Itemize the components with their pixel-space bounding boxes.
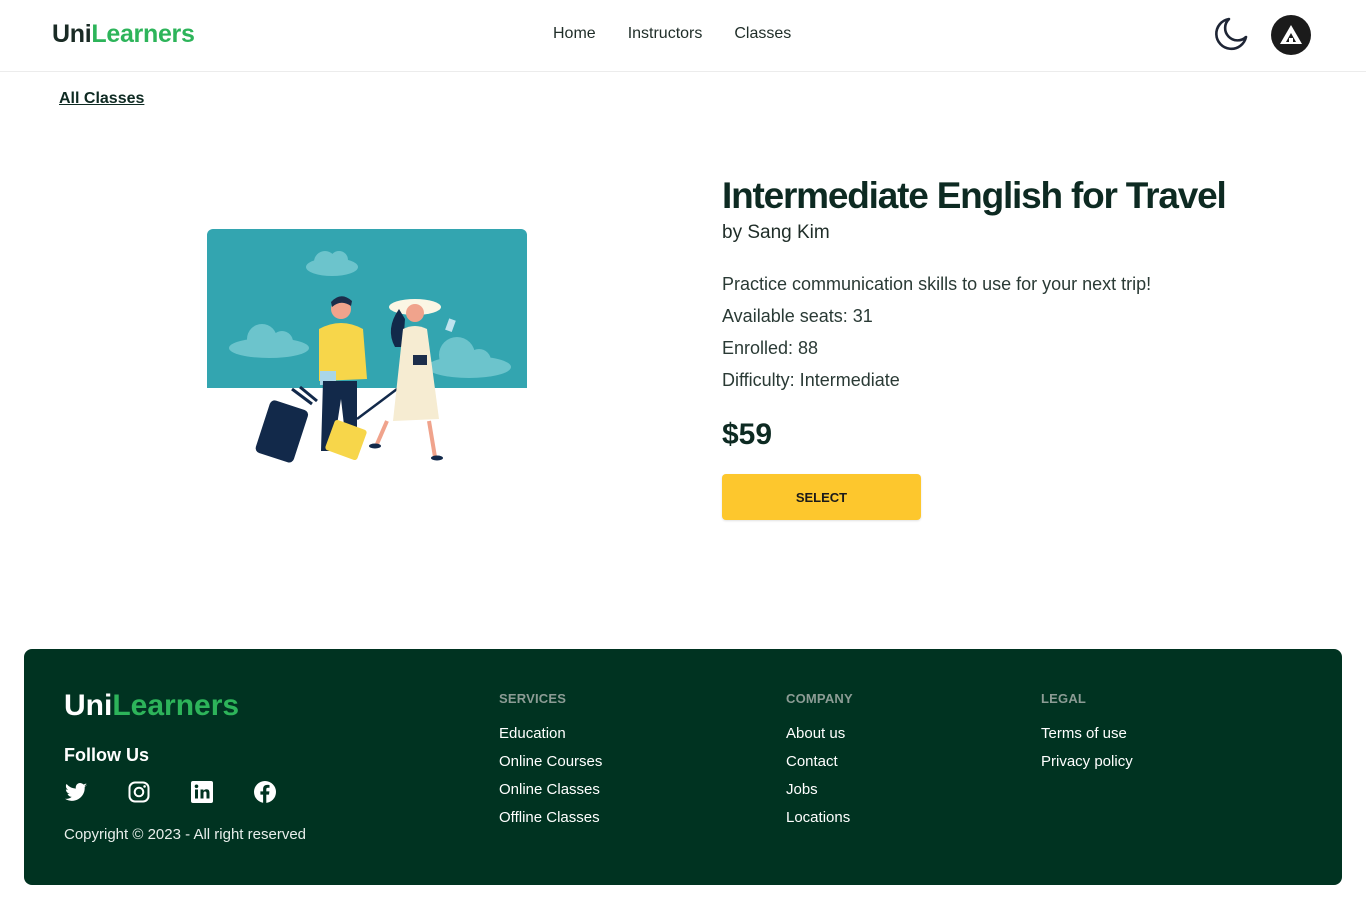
instagram-icon[interactable] [127, 780, 151, 804]
twitter-icon[interactable] [64, 780, 88, 804]
footer-logo-learners: Learners [112, 689, 240, 722]
all-classes-link[interactable]: All Classes [59, 90, 144, 108]
legal-title: LEGAL [1041, 691, 1087, 706]
difficulty-level: Difficulty: Intermediate [722, 370, 900, 390]
footer-logo-uni: Uni [64, 689, 113, 722]
legal-column: LEGAL Terms of use Privacy policy [1041, 691, 1133, 780]
class-title: Intermediate English for Travel [722, 175, 1227, 216]
class-detail: Intermediate English for Travel by Sang … [722, 174, 1322, 520]
link-jobs[interactable]: Jobs [786, 780, 853, 799]
link-privacy-policy[interactable]: Privacy policy [1041, 752, 1133, 771]
facebook-icon[interactable] [253, 780, 277, 804]
link-locations[interactable]: Locations [786, 808, 853, 827]
copyright-text: Copyright © 2023 - All right reserved [64, 826, 306, 843]
services-title: SERVICES [499, 691, 567, 706]
link-terms-of-use[interactable]: Terms of use [1041, 724, 1133, 743]
link-about-us[interactable]: About us [786, 724, 853, 743]
nav-home[interactable]: Home [553, 25, 596, 43]
social-links [64, 780, 277, 804]
nav-instructors[interactable]: Instructors [628, 25, 703, 43]
company-column: COMPANY About us Contact Jobs Locations [786, 691, 853, 836]
logo-text-uni: Uni [52, 20, 92, 48]
moon-icon[interactable] [1212, 15, 1250, 53]
nav-classes[interactable]: Classes [734, 25, 791, 43]
link-offline-classes[interactable]: Offline Classes [499, 808, 602, 827]
footer-logo[interactable]: UniLearners [64, 689, 239, 723]
class-price: $59 [722, 418, 773, 451]
class-info: Practice communication skills to use for… [722, 268, 1322, 396]
available-seats: Available seats: 31 [722, 306, 873, 326]
class-image [207, 229, 527, 469]
link-education[interactable]: Education [499, 724, 602, 743]
instructor-name: by Sang Kim [722, 222, 830, 243]
user-avatar[interactable] [1271, 15, 1311, 55]
company-title: COMPANY [786, 691, 853, 706]
services-column: SERVICES Education Online Courses Online… [499, 691, 602, 836]
select-button[interactable]: SELECT [722, 474, 921, 520]
link-online-classes[interactable]: Online Classes [499, 780, 602, 799]
link-online-courses[interactable]: Online Courses [499, 752, 602, 771]
logo[interactable]: UniLearners [52, 20, 195, 49]
header: UniLearners Home Instructors Classes [0, 0, 1366, 72]
footer: UniLearners Follow Us Copyright © 2023 -… [24, 649, 1342, 885]
link-contact[interactable]: Contact [786, 752, 853, 771]
linkedin-icon[interactable] [190, 780, 214, 804]
logo-text-learners: Learners [91, 20, 195, 48]
enrolled-count: Enrolled: 88 [722, 338, 819, 358]
follow-us-title: Follow Us [64, 745, 149, 765]
class-description: Practice communication skills to use for… [722, 274, 1152, 294]
main-nav: Home Instructors Classes [553, 25, 791, 43]
